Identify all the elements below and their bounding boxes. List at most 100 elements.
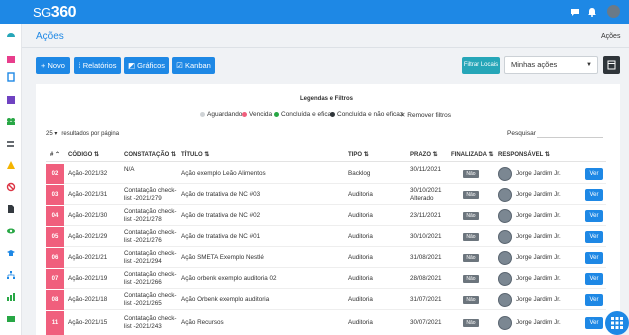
exchange-icon[interactable] [6,139,16,149]
filter-locals-button[interactable]: Filtrar Locais [462,57,500,74]
row-code: Ação-2021/30 [68,212,108,219]
remove-filters[interactable]: ✕ Remover filtros [400,111,451,119]
row-finding: Contatação check- [124,187,177,194]
col-finding[interactable]: CONSTATAÇÃO ⇅ [124,151,176,158]
row-finding-ref: list -2021/278 [124,216,162,223]
logo-text-small: SG [33,5,51,20]
legend-done-not-effective[interactable]: Concluída e não eficaz [330,111,403,118]
sort-icon: ⇅ [432,152,438,158]
apps-menu-button[interactable] [605,311,629,335]
status-badge: Não [463,170,479,178]
table-row[interactable]: 03 Ação-2021/31 Contatação check- list -… [46,185,606,205]
row-type: Auditoria [348,296,373,303]
table-row[interactable]: 06 Ação-2021/21 Contatação check- list -… [46,248,606,268]
table-row[interactable]: 05 Ação-2021/29 Contatação check- list -… [46,227,606,247]
kanban-button[interactable]: ☑ Kanban [172,57,215,74]
view-button[interactable]: Ver [585,189,603,201]
col-label: CÓDIGO [68,152,93,158]
report-icon: ⁞ [78,61,81,70]
row-number: 08 [46,290,64,310]
breadcrumb[interactable]: Ações [601,33,620,40]
row-number: 04 [46,206,64,226]
sort-icon: ⇅ [488,152,494,158]
calendar-icon[interactable] [6,54,16,64]
row-finding-ref: list -2021/265 [124,300,162,307]
warning-icon[interactable] [6,160,16,170]
search-input[interactable] [537,127,603,138]
check-square-icon: ☑ [176,61,183,70]
users-icon[interactable] [6,116,16,126]
row-code: Ação-2021/18 [68,296,108,303]
col-deadline[interactable]: PRAZO ⇅ [410,151,438,158]
legend-awaiting[interactable]: Aguardando [200,111,242,118]
col-finished[interactable]: FINALIZADA ⇅ [451,151,493,158]
chat-icon[interactable] [570,7,580,17]
row-deadline: 30/11/2021 [410,166,442,173]
status-dot [200,111,205,117]
status-badge: Não [463,212,479,220]
col-number[interactable]: # ⌃ [50,151,60,158]
search-label: Pesquisar [507,130,536,137]
top-bar: SG360 [0,0,629,24]
row-deadline: 31/08/2021 [410,254,442,261]
ban-icon[interactable] [6,182,16,192]
view-select[interactable]: Minhas ações ▼ [504,56,598,74]
row-finding-ref: list -2021/276 [124,237,162,244]
view-button[interactable]: Ver [585,252,603,264]
view-button[interactable]: Ver [585,168,603,180]
status-badge: Não [463,191,479,199]
row-finding-ref: list -2021/243 [124,323,162,330]
clipboard-icon[interactable] [6,72,16,82]
row-finding: Contatação check- [124,208,177,215]
user-avatar[interactable] [607,5,620,18]
per-page-control: 25 ▾ resultados por página [46,130,119,137]
avatar [498,251,512,265]
reports-button[interactable]: ⁞ Relatórios [74,57,121,74]
legend-done-effective[interactable]: Concluída e eficaz [274,111,334,118]
table-row[interactable]: 07 Ação-2021/19 Contatação check- list -… [46,269,606,289]
col-owner[interactable]: RESPONSÁVEL ⇅ [498,151,550,158]
charts-button[interactable]: ◩ Gráficos [124,57,169,74]
row-type: Backlog [348,170,371,177]
legend-label: Concluída e eficaz [281,111,335,118]
row-deadline: 30/07/2021 [410,319,442,326]
dashboard-icon[interactable] [6,30,16,40]
table-row[interactable]: 04 Ação-2021/30 Contatação check- list -… [46,206,606,226]
new-button[interactable]: + Novo [36,57,70,74]
col-label: RESPONSÁVEL [498,152,544,158]
id-card-icon[interactable] [6,314,16,324]
eye-icon[interactable] [6,226,16,236]
view-button[interactable]: Ver [585,231,603,243]
calendar-button[interactable] [603,56,620,74]
per-page-select[interactable]: 25 ▾ [46,130,57,137]
avatar [498,293,512,307]
sitemap-icon[interactable] [6,270,16,280]
view-button[interactable]: Ver [585,294,603,306]
checkbox-icon[interactable] [6,95,16,105]
col-title[interactable]: TÍTULO ⇅ [181,151,209,158]
row-finding-ref: list -2021/266 [124,279,162,286]
row-type: Auditoria [348,191,373,198]
graduation-icon[interactable] [6,248,16,258]
table-row[interactable]: 11 Ação-2021/15 Contatação check- list -… [46,311,606,335]
row-type: Auditoria [348,212,373,219]
table-row[interactable]: 08 Ação-2021/18 Contatação check- list -… [46,290,606,310]
app-logo[interactable]: SG360 [33,4,77,22]
chart-icon[interactable] [6,292,16,302]
bell-icon[interactable] [587,7,597,17]
table-row[interactable]: 02 Ação-2021/32 N/A Ação exemplo Leão Al… [46,164,606,184]
col-type[interactable]: TIPO ⇅ [348,151,369,158]
col-code[interactable]: CÓDIGO ⇅ [68,151,99,158]
per-page-label: resultados por página [61,131,120,137]
row-title: Ação Orbenk exemplo auditoria [181,296,270,303]
legend-overdue[interactable]: Vencida [242,111,272,118]
sort-icon: ⇅ [363,152,369,158]
avatar [498,316,512,330]
sort-icon: ⇅ [204,152,210,158]
row-code: Ação-2021/21 [68,254,108,261]
view-button[interactable]: Ver [585,273,603,285]
view-button[interactable]: Ver [585,210,603,222]
document-icon[interactable] [6,204,16,214]
reports-label: Relatórios [82,61,117,70]
view-button[interactable]: Ver [585,317,603,329]
